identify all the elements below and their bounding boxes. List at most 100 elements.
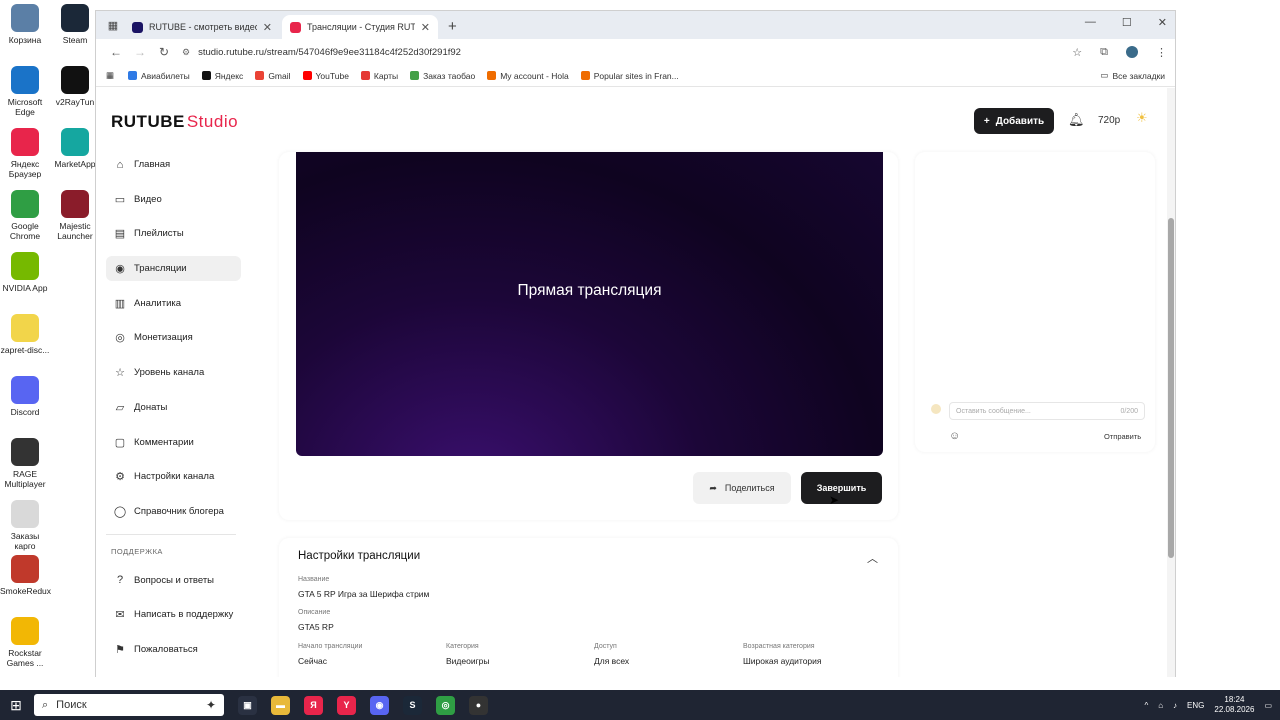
send-button[interactable]: Отправить [1104,432,1141,441]
back-icon[interactable]: ← [104,45,128,59]
sidebar-item[interactable]: ⌂ Главная [106,152,241,177]
sidebar-item[interactable]: ▭ Видео [106,187,241,212]
bookmark-item[interactable]: Карты [360,71,398,81]
age-label: Возрастная категория [743,643,815,650]
broadcast-icon: ◉ [115,263,125,276]
desktop-shortcut[interactable]: Заказы карго [0,500,50,551]
desktop-shortcut[interactable]: Яндекс Браузер [0,128,50,179]
scrollbar-thumb[interactable] [1168,218,1174,558]
sidebar-item[interactable]: ▥ Аналитика [106,291,241,316]
obs-icon[interactable]: ● [469,695,488,715]
notifications-icon[interactable]: ▭ [1264,701,1272,710]
all-bookmarks-button[interactable]: ▭ Все закладки [1100,70,1165,81]
chrome-icon [11,190,39,218]
apps-icon[interactable]: ▦ [106,70,114,81]
rutube-studio-logo[interactable]: RUTUBE Studio [111,112,238,132]
video-player[interactable]: Прямая трансляция [296,152,883,456]
maximize-icon[interactable]: ☐ [1122,16,1132,29]
close-tab-icon[interactable]: ✕ [421,21,430,34]
chat-input[interactable]: Оставить сообщение... 0/200 [949,402,1145,420]
bookmark-item[interactable]: Popular sites in Fran... [580,71,679,81]
chevron-up-icon[interactable]: ︿ [867,550,878,566]
support-item[interactable]: ? Вопросы и ответы [106,568,241,593]
steam-icon[interactable]: S [403,695,422,715]
close-tab-icon[interactable]: ✕ [263,21,272,34]
yandex-icon[interactable]: Я [304,695,323,715]
desktop-shortcut[interactable]: Steam [50,4,100,45]
desktop-shortcut[interactable]: zapret-disc... [0,314,50,355]
desktop-shortcut[interactable]: v2RayTun [50,66,100,107]
sidebar-item[interactable]: ⚙ Настройки канала [106,464,241,489]
desktop-shortcut[interactable]: Majestic Launcher [50,190,100,241]
new-tab-button[interactable]: + [448,18,457,35]
bookmark-item[interactable]: Заказ таобао [410,71,475,81]
desktop-shortcut[interactable]: Корзина [0,4,50,45]
sidebar-item[interactable]: ☆ Уровень канала [106,360,241,385]
desktop-shortcut-label: v2RayTun [55,97,95,107]
add-button[interactable]: + Добавить [974,108,1054,134]
folder-icon: ▭ [1100,70,1109,80]
desktop-shortcut[interactable]: Rockstar Games ... [0,617,50,668]
menu-icon[interactable]: ⋮ [1156,46,1167,59]
yandex-browser-icon[interactable]: Y [337,695,356,715]
emoji-icon[interactable]: ☺ [949,430,960,442]
url-field[interactable]: ⚙ studio.rutube.ru/stream/547046f9e9ee31… [182,42,1072,62]
windows-start-icon[interactable]: ⊞ [0,697,32,714]
site-info-icon[interactable]: ⚙ [182,47,190,58]
tab-bar: ▦ RUTUBE - смотреть видео онлайн ✕ Транс… [96,11,1175,39]
profile-avatar[interactable] [1126,46,1138,58]
desktop-shortcut[interactable]: MarketApp [50,128,100,169]
bookmark-item[interactable]: Яндекс [201,71,243,81]
task-view-icon[interactable]: ▣ [238,695,257,715]
desktop-shortcut[interactable]: SmokeRedux [0,555,51,596]
tab-rutube[interactable]: RUTUBE - смотреть видео онлайн ✕ [124,15,280,39]
reload-icon[interactable]: ↻ [152,45,176,59]
desktop-shortcut[interactable]: Google Chrome [0,190,50,241]
desktop-shortcut[interactable]: RAGE Multiplayer [0,438,50,489]
sidebar-item[interactable]: ▢ Комментарии [106,430,241,455]
name-label: Название [298,576,330,583]
tray-overflow-icon[interactable]: ^ [1144,701,1148,710]
minimize-icon[interactable]: — [1085,16,1096,29]
sidebar-item[interactable]: ◎ Монетизация [106,325,241,350]
support-item[interactable]: ⚑ Пожаловаться [106,637,241,662]
notifications-bell-icon[interactable]: 🔔︎ [1068,112,1085,128]
language-indicator[interactable]: ENG [1187,701,1204,710]
extensions-icon[interactable]: ⧉ [1100,46,1108,59]
tab-search-icon[interactable]: ▦ [102,14,124,36]
theme-toggle-icon[interactable]: ☀ [1136,110,1148,126]
explorer-icon[interactable]: ▬ [271,695,290,715]
network-icon[interactable]: ⌂ [1158,701,1163,710]
desktop-shortcut[interactable]: NVIDIA App [0,252,50,293]
sidebar-item[interactable]: ◉ Трансляции [106,256,241,282]
desktop-shortcut-label: Majestic Launcher [57,221,93,241]
tab-studio[interactable]: Трансляции - Студия RUTUBE ✕ [282,15,438,39]
desktop-shortcut-label: MarketApp [54,159,96,169]
discord-icon[interactable]: ◉ [370,695,389,715]
studio-favicon-icon [290,21,301,33]
steam-icon [61,4,89,32]
forward-icon[interactable]: → [128,45,152,59]
clock[interactable]: 18:24 22.08.2026 [1214,695,1254,715]
page-scrollbar[interactable] [1167,88,1175,677]
quality-badge[interactable]: 720p [1098,115,1120,126]
desktop-shortcut[interactable]: Discord [0,376,50,417]
bookmark-star-icon[interactable]: ☆ [1072,46,1082,59]
volume-icon[interactable]: ♪ [1173,701,1177,710]
sidebar-item[interactable]: ▤ Плейлисты [106,221,241,246]
age-value: Широкая аудитория [743,656,822,666]
bookmark-item[interactable]: Gmail [255,71,291,81]
taskbar-search[interactable]: ⌕ Поиск ✦ [34,694,224,716]
end-stream-button[interactable]: Завершить [801,472,882,504]
bookmark-item[interactable]: My account - Hola [487,71,569,81]
sidebar-item[interactable]: ▱ Донаты [106,395,241,420]
support-item[interactable]: ✉ Написать в поддержку [106,602,241,627]
bookmark-item[interactable]: Авиабилеты [128,71,190,81]
taskbar-apps: ▣ ▬ Я Y ◉ S ◎ ● [238,695,488,715]
share-button[interactable]: ➦ Поделиться [693,472,791,504]
bookmark-item[interactable]: YouTube [302,71,349,81]
sidebar-item[interactable]: ◯ Справочник блогера [106,499,241,524]
close-window-icon[interactable]: ✕ [1158,16,1167,29]
desktop-shortcut[interactable]: Microsoft Edge [0,66,50,117]
chrome-icon[interactable]: ◎ [436,695,455,715]
